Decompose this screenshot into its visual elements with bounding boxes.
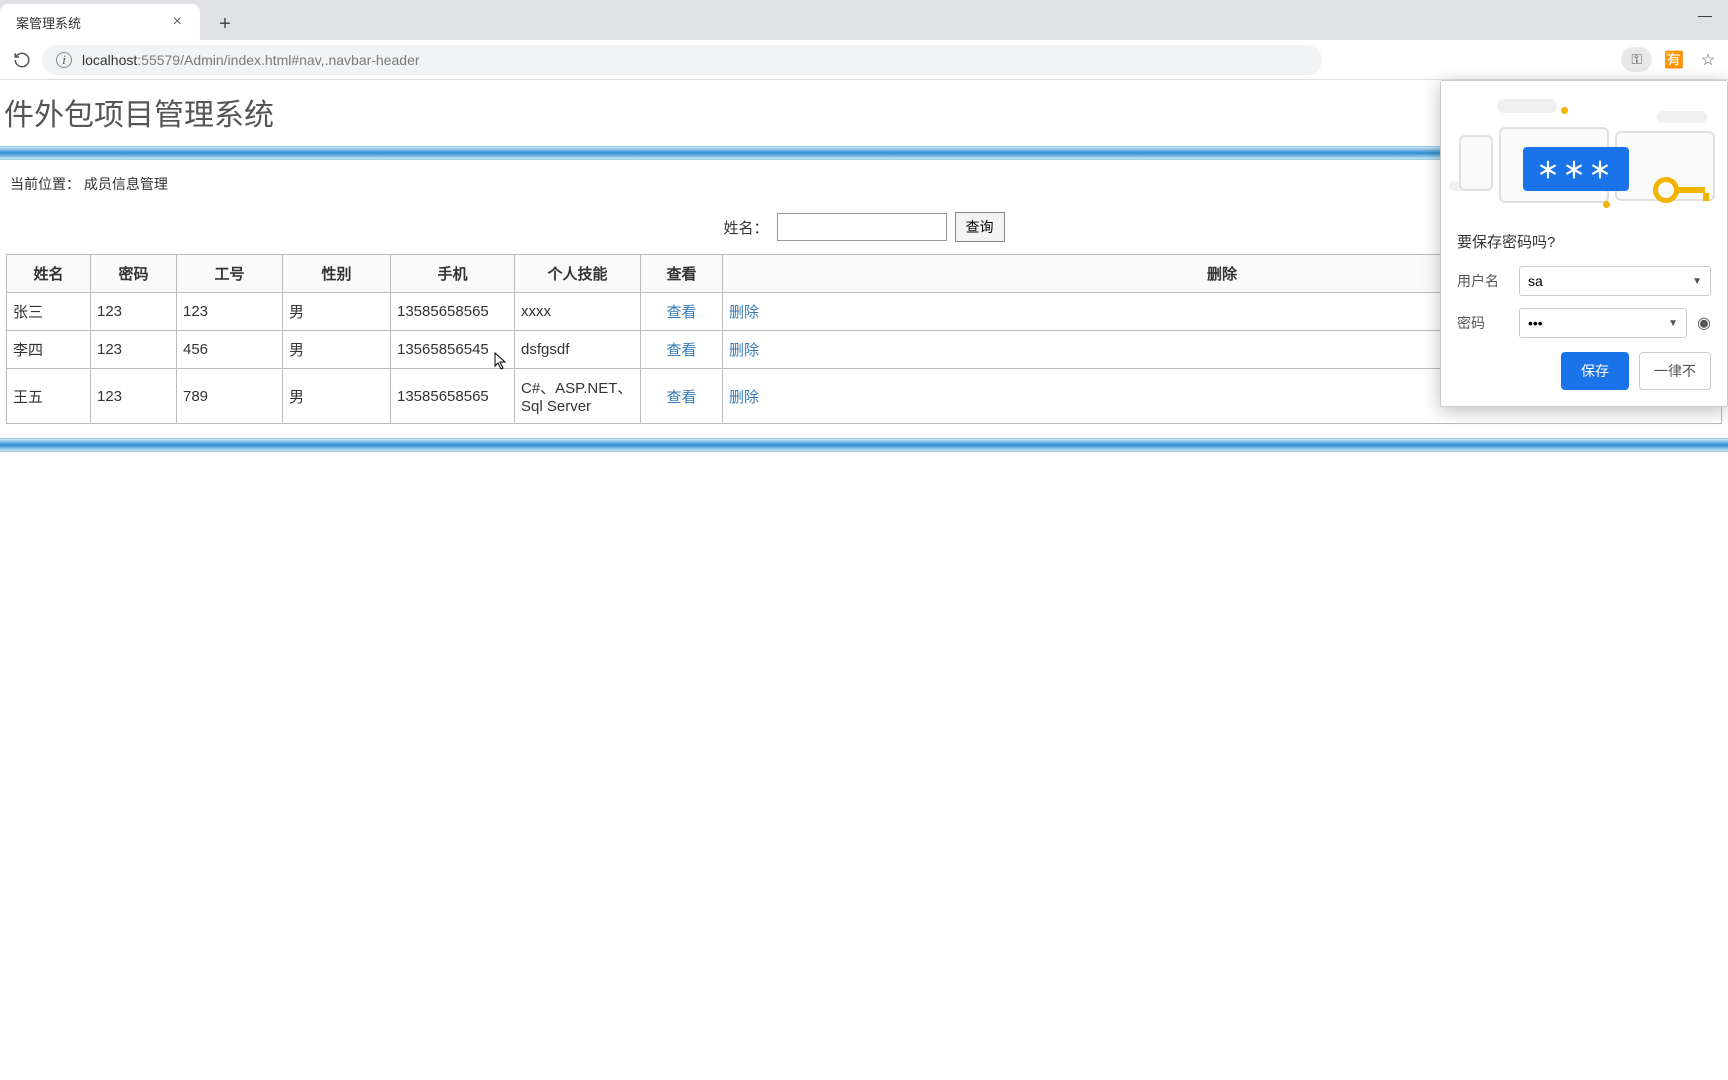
save-password-popup: × ＊＊＊ 要保存密码吗? 用户名 sa ▼ 密码 ••• ▼ ◉ 保存 <box>1440 80 1728 407</box>
search-input[interactable] <box>777 213 947 241</box>
cell-skills: dsfgsdf <box>515 331 641 369</box>
cell-gender: 男 <box>283 293 391 331</box>
cell-view: 查看 <box>641 293 723 331</box>
username-value: sa <box>1528 273 1543 289</box>
cell-phone: 13585658565 <box>391 369 515 424</box>
col-header-empno: 工号 <box>177 255 283 293</box>
popup-illustration: ＊＊＊ <box>1441 81 1727 221</box>
new-tab-button[interactable]: + <box>210 13 240 40</box>
view-link[interactable]: 查看 <box>666 342 696 359</box>
search-button[interactable]: 查询 <box>955 212 1005 242</box>
never-button[interactable]: 一律不 <box>1639 352 1711 390</box>
cell-name: 王五 <box>7 369 91 424</box>
banner-divider-bottom <box>0 438 1728 452</box>
password-masked: ••• <box>1528 315 1543 331</box>
browser-tab-active[interactable]: 案管理系统 × <box>0 4 200 40</box>
url-text: localhost:55579/Admin/index.html#nav,.na… <box>82 52 420 68</box>
cell-empno: 123 <box>177 293 283 331</box>
reload-icon[interactable] <box>8 46 36 74</box>
search-label: 姓名： <box>723 217 768 238</box>
col-header-gender: 性别 <box>283 255 391 293</box>
chevron-down-icon: ▼ <box>1668 318 1678 329</box>
col-header-name: 姓名 <box>7 255 91 293</box>
cell-phone: 13585658565 <box>391 293 515 331</box>
bookmark-star-icon[interactable]: ☆ <box>1696 50 1720 70</box>
col-header-view: 查看 <box>641 255 723 293</box>
view-link[interactable]: 查看 <box>666 389 696 406</box>
username-dropdown[interactable]: sa ▼ <box>1519 266 1711 296</box>
key-icon <box>1653 177 1709 203</box>
cell-empno: 456 <box>177 331 283 369</box>
cell-name: 张三 <box>7 293 91 331</box>
cell-skills: xxxx <box>515 293 641 331</box>
cell-phone: 13565856545 <box>391 331 515 369</box>
cell-view: 查看 <box>641 369 723 424</box>
browser-toolbar: i localhost:55579/Admin/index.html#nav,.… <box>0 40 1728 80</box>
password-key-icon[interactable]: ⚿ <box>1621 47 1652 72</box>
cell-name: 李四 <box>7 331 91 369</box>
password-dropdown[interactable]: ••• ▼ <box>1519 308 1687 338</box>
window-minimize-icon[interactable]: — <box>1682 0 1728 30</box>
cell-empno: 789 <box>177 369 283 424</box>
password-label: 密码 <box>1457 313 1509 333</box>
browser-tab-bar: 案管理系统 × + — <box>0 0 1728 40</box>
cell-password: 123 <box>91 331 177 369</box>
cell-password: 123 <box>91 293 177 331</box>
col-header-skills: 个人技能 <box>515 255 641 293</box>
popup-question: 要保存密码吗? <box>1457 231 1711 252</box>
chevron-down-icon: ▼ <box>1692 276 1702 287</box>
breadcrumb-prefix: 当前位置： <box>10 176 80 192</box>
tab-title: 案管理系统 <box>16 13 81 32</box>
col-header-phone: 手机 <box>391 255 515 293</box>
cell-password: 123 <box>91 369 177 424</box>
save-button[interactable]: 保存 <box>1561 352 1629 390</box>
delete-link[interactable]: 删除 <box>729 342 759 359</box>
delete-link[interactable]: 删除 <box>729 389 759 406</box>
site-info-icon[interactable]: i <box>56 52 72 68</box>
address-bar[interactable]: i localhost:55579/Admin/index.html#nav,.… <box>42 45 1322 75</box>
breadcrumb-current: 成员信息管理 <box>84 176 168 192</box>
cell-gender: 男 <box>283 331 391 369</box>
view-link[interactable]: 查看 <box>666 304 696 321</box>
username-label: 用户名 <box>1457 271 1509 291</box>
reveal-password-icon[interactable]: ◉ <box>1697 313 1711 333</box>
translate-icon[interactable]: 🈶 <box>1662 50 1686 70</box>
col-header-password: 密码 <box>91 255 177 293</box>
delete-link[interactable]: 删除 <box>729 304 759 321</box>
cell-gender: 男 <box>283 369 391 424</box>
popup-password-chip: ＊＊＊ <box>1523 147 1629 191</box>
cell-skills: C#、ASP.NET、Sql Server <box>515 369 641 424</box>
cell-view: 查看 <box>641 331 723 369</box>
close-tab-icon[interactable]: × <box>167 11 188 33</box>
